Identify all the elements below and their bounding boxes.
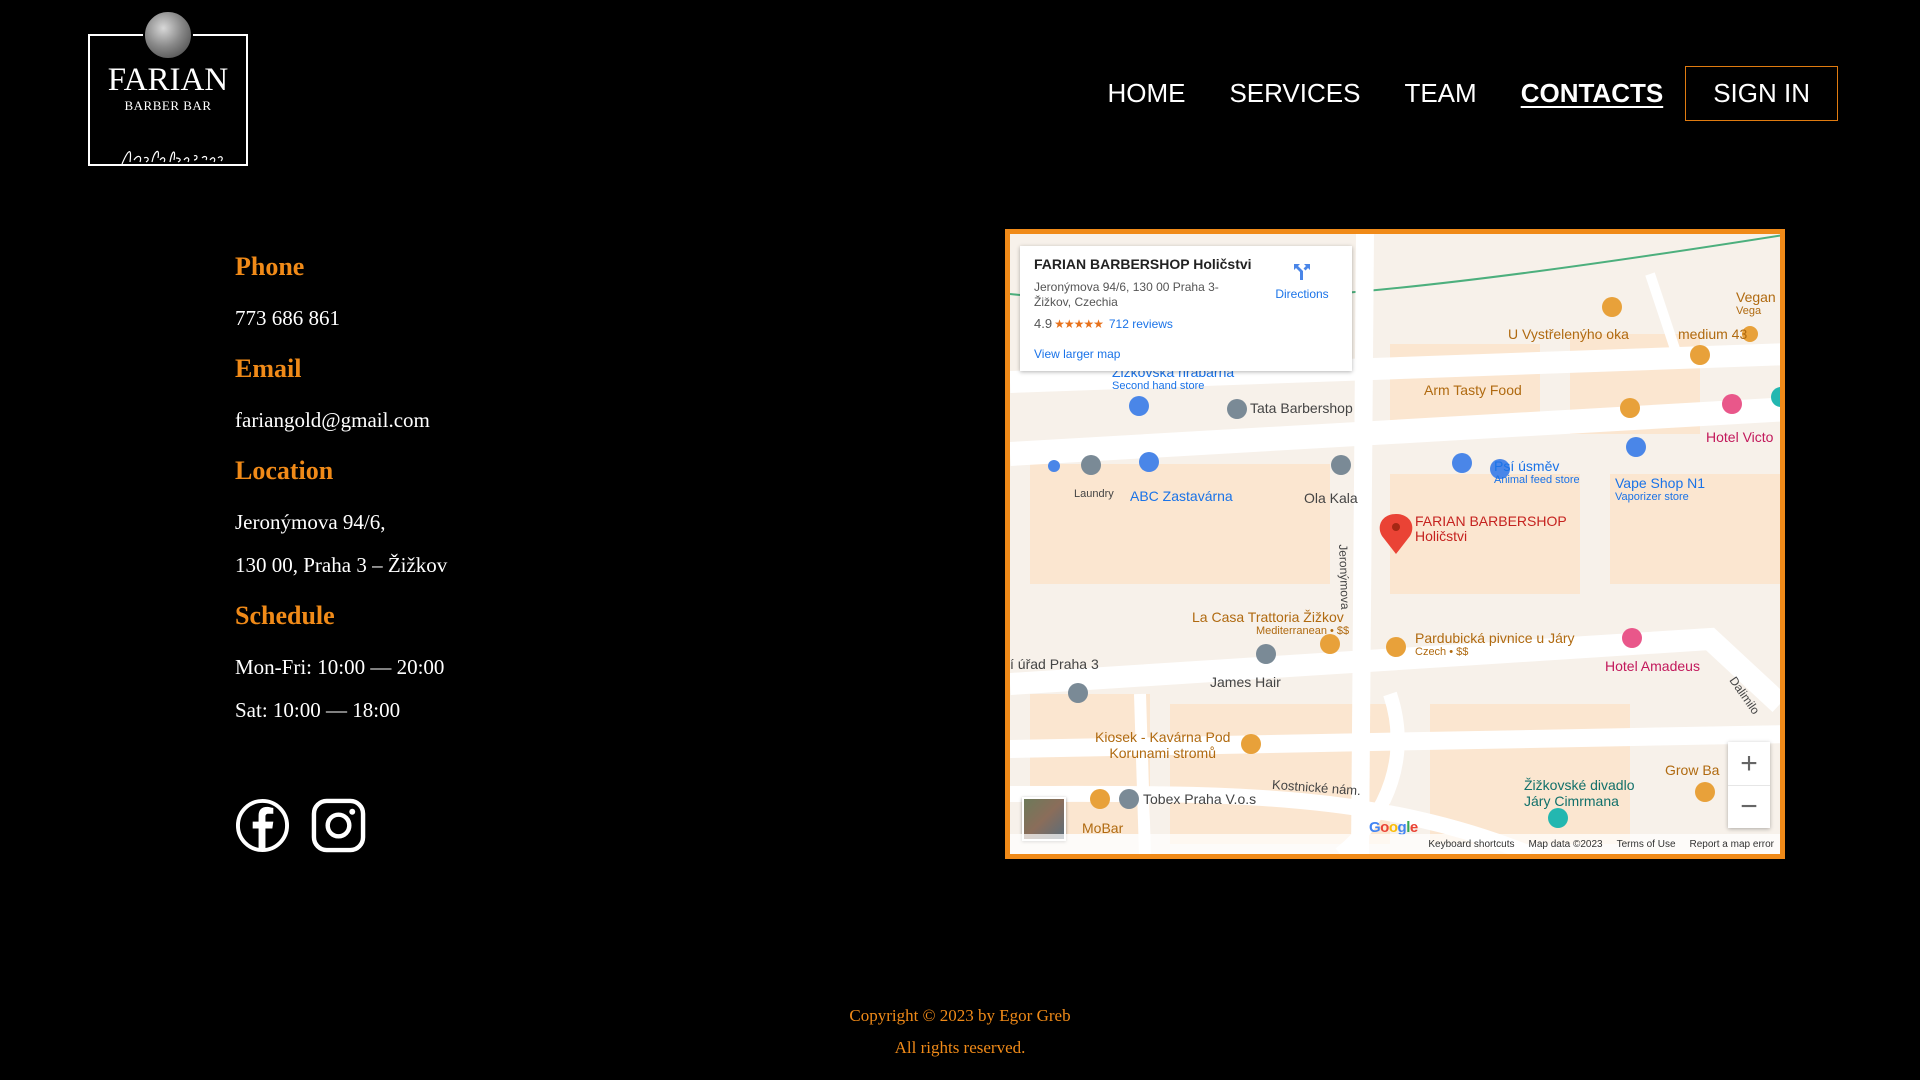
- address-line-1: Jeronýmova 94/6,: [235, 510, 386, 534]
- map-poi-hotel-victoria[interactable]: Hotel Victo: [1706, 429, 1773, 445]
- nav-services[interactable]: SERVICES: [1229, 78, 1360, 109]
- copyright-text: Copyright © 2023 by Egor Greb: [849, 1006, 1071, 1025]
- map-attribution: Keyboard shortcuts Map data ©2023 Terms …: [1010, 834, 1780, 854]
- phone-heading: Phone: [235, 252, 305, 281]
- map-poi-urad[interactable]: í úřad Praha 3: [1010, 656, 1099, 672]
- place-address: Jeronýmova 94/6, 130 00 Praha 3-Žižkov, …: [1034, 280, 1219, 309]
- email-address[interactable]: fariangold@gmail.com: [235, 408, 735, 433]
- map-data-text: Map data ©2023: [1528, 838, 1603, 850]
- logo[interactable]: FARIAN BARBER BAR: [88, 10, 248, 170]
- rights-text: All rights reserved.: [894, 1038, 1026, 1057]
- map-poi-tobex[interactable]: Tobex Praha V.o.s: [1143, 791, 1256, 807]
- logo-badge-icon: [143, 10, 193, 60]
- schedule-saturday: Sat: 10:00 — 18:00: [235, 698, 401, 722]
- map-poi-james[interactable]: James Hair: [1210, 674, 1281, 690]
- footer: Copyright © 2023 by Egor Greb All rights…: [0, 1000, 1920, 1064]
- google-map[interactable]: Žižkovská hrabárna Second hand store Tata…: [1005, 229, 1785, 859]
- view-larger-map-link[interactable]: View larger map: [1034, 347, 1338, 361]
- map-street-jeronymova: Jeronýmova: [1336, 544, 1353, 610]
- map-poi-vape[interactable]: Vape Shop N1 Vaporizer store: [1615, 475, 1705, 503]
- facebook-icon[interactable]: [235, 798, 290, 853]
- instagram-icon[interactable]: [311, 798, 366, 853]
- main-nav: HOME SERVICES TEAM CONTACTS SIGN IN: [1063, 65, 1838, 121]
- logo-subtitle: BARBER BAR: [124, 98, 212, 113]
- email-heading: Email: [235, 354, 302, 383]
- place-rating: 4.9 ★★★★★ 712 reviews: [1034, 316, 1173, 331]
- nav-team[interactable]: TEAM: [1404, 78, 1476, 109]
- address-line-2: 130 00, Praha 3 – Žižkov: [235, 553, 448, 577]
- report-error-link[interactable]: Report a map error: [1690, 839, 1774, 850]
- logo-tagline-script: [121, 150, 223, 165]
- map-poi-hotel-amadeus[interactable]: Hotel Amadeus: [1605, 658, 1700, 674]
- schedule-heading: Schedule: [235, 601, 335, 630]
- map-poi-medium[interactable]: medium 43: [1678, 326, 1747, 342]
- zoom-out-button[interactable]: −: [1728, 785, 1770, 828]
- schedule-weekdays: Mon-Fri: 10:00 — 20:00: [235, 655, 445, 679]
- map-poi-pardubicka[interactable]: Pardubická pivnice u Járy Czech • $$: [1415, 630, 1575, 658]
- map-poi-farian[interactable]: FARIAN BARBERSHOP Holičstvi: [1415, 514, 1567, 544]
- map-poi-arm[interactable]: Arm Tasty Food: [1424, 382, 1522, 398]
- map-poi-ola[interactable]: Ola Kala: [1304, 490, 1358, 506]
- zoom-in-button[interactable]: +: [1728, 742, 1770, 785]
- map-zoom-controls: + −: [1728, 742, 1770, 828]
- map-poi-growba[interactable]: Grow Ba: [1665, 762, 1719, 778]
- map-poi-divadlo[interactable]: Žižkovské divadlo Járy Cimrmana: [1524, 777, 1635, 809]
- map-poi-tata[interactable]: Tata Barbershop: [1250, 400, 1353, 416]
- map-poi-psi[interactable]: Psí úsměv Animal feed store: [1494, 458, 1580, 486]
- map-poi-abc[interactable]: ABC Zastavárna: [1130, 488, 1233, 504]
- reviews-link[interactable]: 712 reviews: [1109, 317, 1173, 331]
- rating-stars-icon: ★★★★★: [1054, 317, 1104, 331]
- map-poi-laundry[interactable]: Laundry: [1074, 488, 1114, 500]
- terms-link[interactable]: Terms of Use: [1617, 839, 1676, 850]
- map-poi-kiosek[interactable]: Kiosek - Kavárna Pod Korunami stromů: [1095, 729, 1230, 761]
- phone-number[interactable]: 773 686 861: [235, 306, 735, 331]
- social-links: [235, 798, 366, 853]
- logo-title: FARIAN: [107, 62, 229, 98]
- keyboard-shortcuts-link[interactable]: Keyboard shortcuts: [1428, 839, 1514, 850]
- contact-info: Phone 773 686 861 Email fariangold@gmail…: [235, 252, 735, 746]
- sign-in-button[interactable]: SIGN IN: [1685, 65, 1838, 121]
- directions-icon: [1294, 264, 1310, 280]
- map-poi-vystreleny[interactable]: U Vystřelenýho oka: [1508, 326, 1629, 342]
- map-poi-lacasa[interactable]: La Casa Trattoria Žižkov Mediterranean • …: [1192, 609, 1349, 637]
- map-place-card: FARIAN BARBERSHOP Holičstvi Jeronýmova 9…: [1020, 246, 1352, 371]
- directions-button[interactable]: Directions: [1272, 260, 1332, 301]
- location-heading: Location: [235, 456, 334, 485]
- nav-contacts[interactable]: CONTACTS: [1521, 78, 1664, 109]
- map-poi-vegan[interactable]: Vegan Vega: [1736, 289, 1776, 317]
- nav-home[interactable]: HOME: [1107, 78, 1185, 109]
